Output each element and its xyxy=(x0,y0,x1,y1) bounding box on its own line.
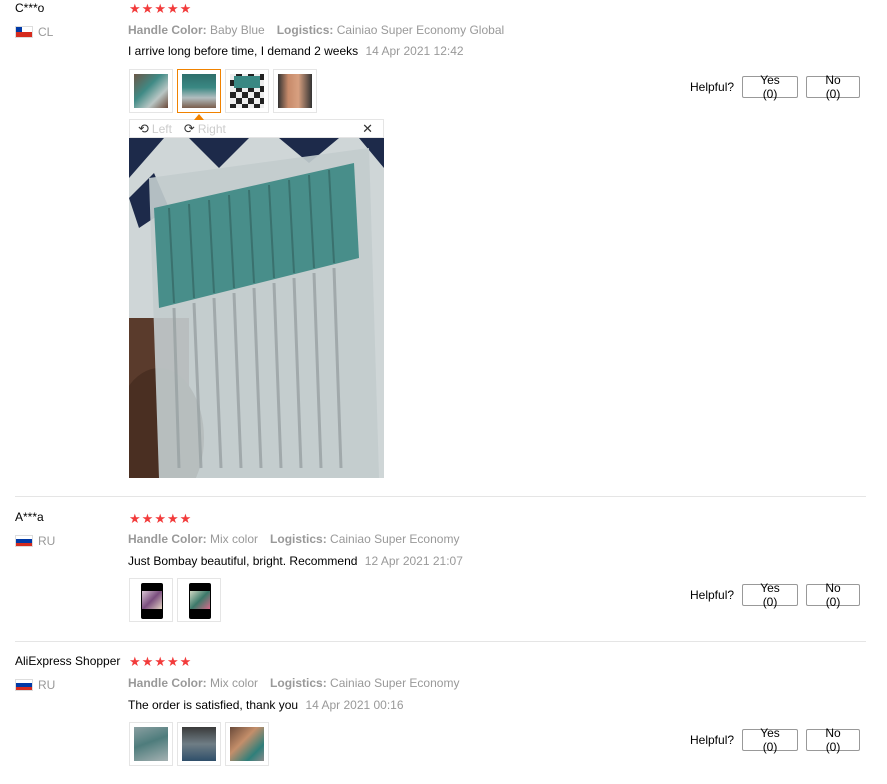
review-comment: I arrive long before time, I demand 2 we… xyxy=(128,44,464,58)
star-rating: ★ ★ ★ ★ ★ xyxy=(129,512,191,525)
star-icon: ★ xyxy=(129,654,141,669)
viewer-pointer xyxy=(194,114,204,120)
rotate-right-button[interactable]: ⟳ Right xyxy=(184,121,226,137)
star-icon: ★ xyxy=(129,1,141,16)
attr-label: Handle Color: xyxy=(128,23,207,37)
star-icon: ★ xyxy=(141,1,154,16)
attr-value: Mix color xyxy=(210,532,259,546)
attr-value: Cainiao Super Economy Global xyxy=(336,23,505,37)
country-code: CL xyxy=(38,25,54,39)
attr-label: Logistics: xyxy=(270,676,327,690)
photo-thumbnail[interactable] xyxy=(225,722,269,766)
attr-label: Handle Color: xyxy=(128,532,207,546)
star-icon: ★ xyxy=(154,1,166,16)
star-icon: ★ xyxy=(166,511,179,526)
star-icon: ★ xyxy=(166,1,179,16)
helpful-vote: Helpful? Yes (0) No (0) xyxy=(690,73,861,101)
comment-text: Just Bombay beautiful, bright. Recommend xyxy=(128,554,358,568)
helpful-vote: Helpful? Yes (0) No (0) xyxy=(690,581,861,609)
rotate-right-icon: ⟳ xyxy=(183,120,195,136)
star-icon: ★ xyxy=(129,511,141,526)
comment-text: The order is satisfied, thank you xyxy=(128,698,299,712)
reviewer-name: AliExpress Shopper xyxy=(15,654,121,668)
reviewer-name: C***o xyxy=(15,1,45,15)
helpful-no-button[interactable]: No (0) xyxy=(806,73,861,101)
photo-thumbnail[interactable] xyxy=(177,722,221,766)
review-date: 14 Apr 2021 12:42 xyxy=(365,44,464,58)
review-divider xyxy=(15,641,866,642)
review-attributes: Handle Color: Mix color Logistics: Cainia… xyxy=(128,532,459,546)
star-rating: ★ ★ ★ ★ ★ xyxy=(129,2,191,15)
helpful-vote: Helpful? Yes (0) No (0) xyxy=(690,726,861,754)
reviewer-country: CL xyxy=(15,25,53,39)
russia-flag-icon xyxy=(15,679,33,691)
rotate-right-label: Right xyxy=(197,121,226,136)
attr-value: Cainiao Super Economy xyxy=(330,676,460,690)
helpful-label: Helpful? xyxy=(690,588,735,602)
star-icon: ★ xyxy=(154,511,166,526)
review-attributes: Handle Color: Baby Blue Logistics: Cainia… xyxy=(128,23,504,37)
helpful-yes-button[interactable]: Yes (0) xyxy=(742,726,799,754)
russia-flag-icon xyxy=(15,535,33,547)
review-date: 12 Apr 2021 21:07 xyxy=(364,554,463,568)
photo-thumbnails xyxy=(129,69,317,113)
review-divider xyxy=(15,496,866,497)
helpful-label: Helpful? xyxy=(690,80,735,94)
star-icon: ★ xyxy=(179,511,192,526)
star-icon: ★ xyxy=(179,1,192,16)
reviewer-name: A***a xyxy=(15,510,44,524)
expanded-review-photo xyxy=(129,138,384,478)
helpful-no-button[interactable]: No (0) xyxy=(806,726,861,754)
photo-thumbnail[interactable] xyxy=(225,69,269,113)
review-comment: The order is satisfied, thank you 14 Apr… xyxy=(128,698,404,712)
star-icon: ★ xyxy=(154,654,166,669)
close-icon[interactable]: ✕ xyxy=(362,121,373,137)
viewer-toolbar: ⟲ Left ⟳ Right ✕ xyxy=(129,114,384,138)
star-icon: ★ xyxy=(179,654,192,669)
star-icon: ★ xyxy=(166,654,179,669)
photo-thumbnail-active[interactable] xyxy=(177,69,221,113)
rotate-left-icon: ⟲ xyxy=(138,120,149,136)
rotate-left-label: Left xyxy=(151,121,172,136)
review-comment: Just Bombay beautiful, bright. Recommend… xyxy=(128,554,463,568)
helpful-yes-button[interactable]: Yes (0) xyxy=(742,581,799,609)
rotate-left-button[interactable]: ⟲ Left xyxy=(138,121,172,137)
comment-text: I arrive long before time, I demand 2 we… xyxy=(128,44,359,58)
reviewer-country: RU xyxy=(15,534,55,548)
attr-value: Cainiao Super Economy xyxy=(330,532,460,546)
helpful-label: Helpful? xyxy=(690,733,735,747)
photo-viewer: ⟲ Left ⟳ Right ✕ xyxy=(129,114,384,478)
star-icon: ★ xyxy=(141,511,154,526)
chile-flag-icon xyxy=(15,26,33,38)
photo-thumbnail[interactable] xyxy=(129,722,173,766)
photo-thumbnail[interactable] xyxy=(177,578,221,622)
photo-thumbnail[interactable] xyxy=(273,69,317,113)
photo-thumbnails xyxy=(129,722,269,766)
attr-label: Logistics: xyxy=(270,532,327,546)
review-attributes: Handle Color: Mix color Logistics: Cainia… xyxy=(128,676,459,690)
star-icon: ★ xyxy=(141,654,154,669)
attr-label: Handle Color: xyxy=(128,676,207,690)
country-code: RU xyxy=(38,534,56,548)
photo-thumbnail[interactable] xyxy=(129,69,173,113)
photo-thumbnail[interactable] xyxy=(129,578,173,622)
attr-value: Mix color xyxy=(210,676,259,690)
attr-label: Logistics: xyxy=(276,23,334,37)
photo-illustration xyxy=(129,138,384,478)
reviewer-country: RU xyxy=(15,678,55,692)
attr-value: Baby Blue xyxy=(210,23,265,37)
review-date: 14 Apr 2021 00:16 xyxy=(305,698,404,712)
photo-thumbnails xyxy=(129,578,221,622)
star-rating: ★ ★ ★ ★ ★ xyxy=(129,655,191,668)
helpful-no-button[interactable]: No (0) xyxy=(806,581,861,609)
helpful-yes-button[interactable]: Yes (0) xyxy=(742,73,799,101)
country-code: RU xyxy=(38,678,56,692)
